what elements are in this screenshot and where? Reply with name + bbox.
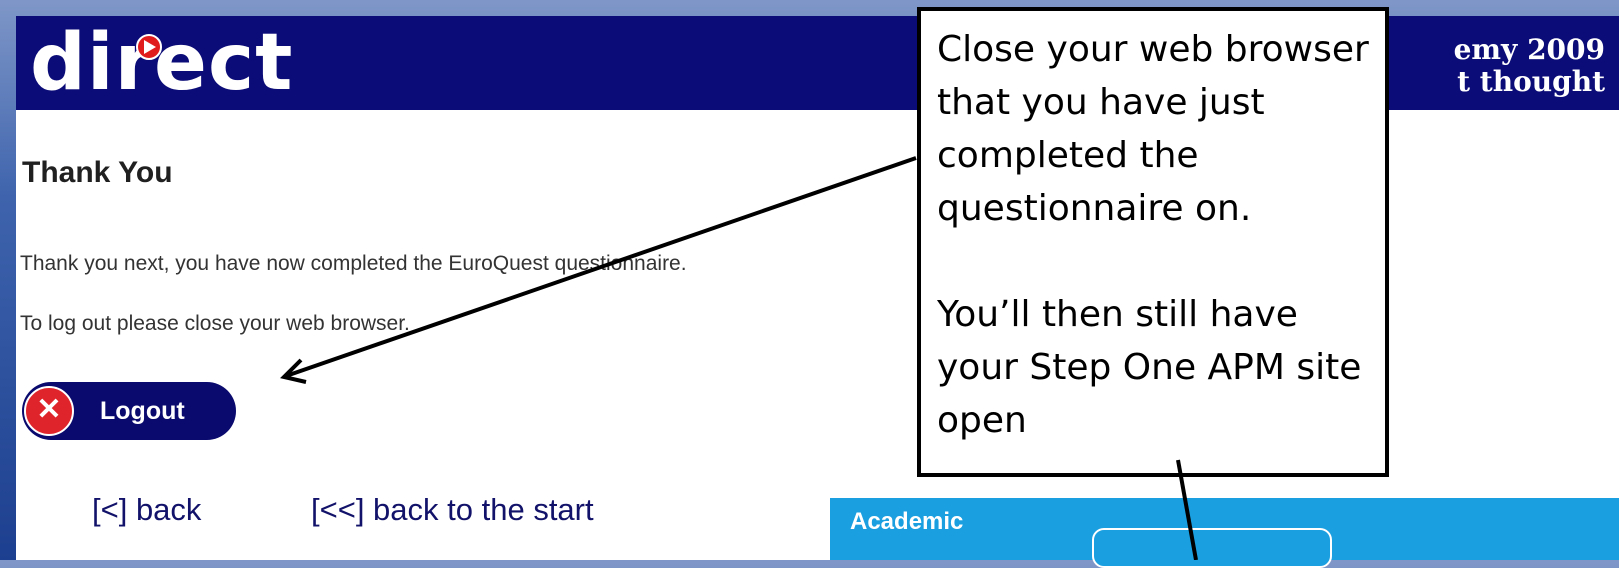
callout-arrow-to-logout xyxy=(285,156,917,378)
annotation-arrows xyxy=(280,156,1198,560)
callout-arrow-to-site xyxy=(1176,459,1198,560)
